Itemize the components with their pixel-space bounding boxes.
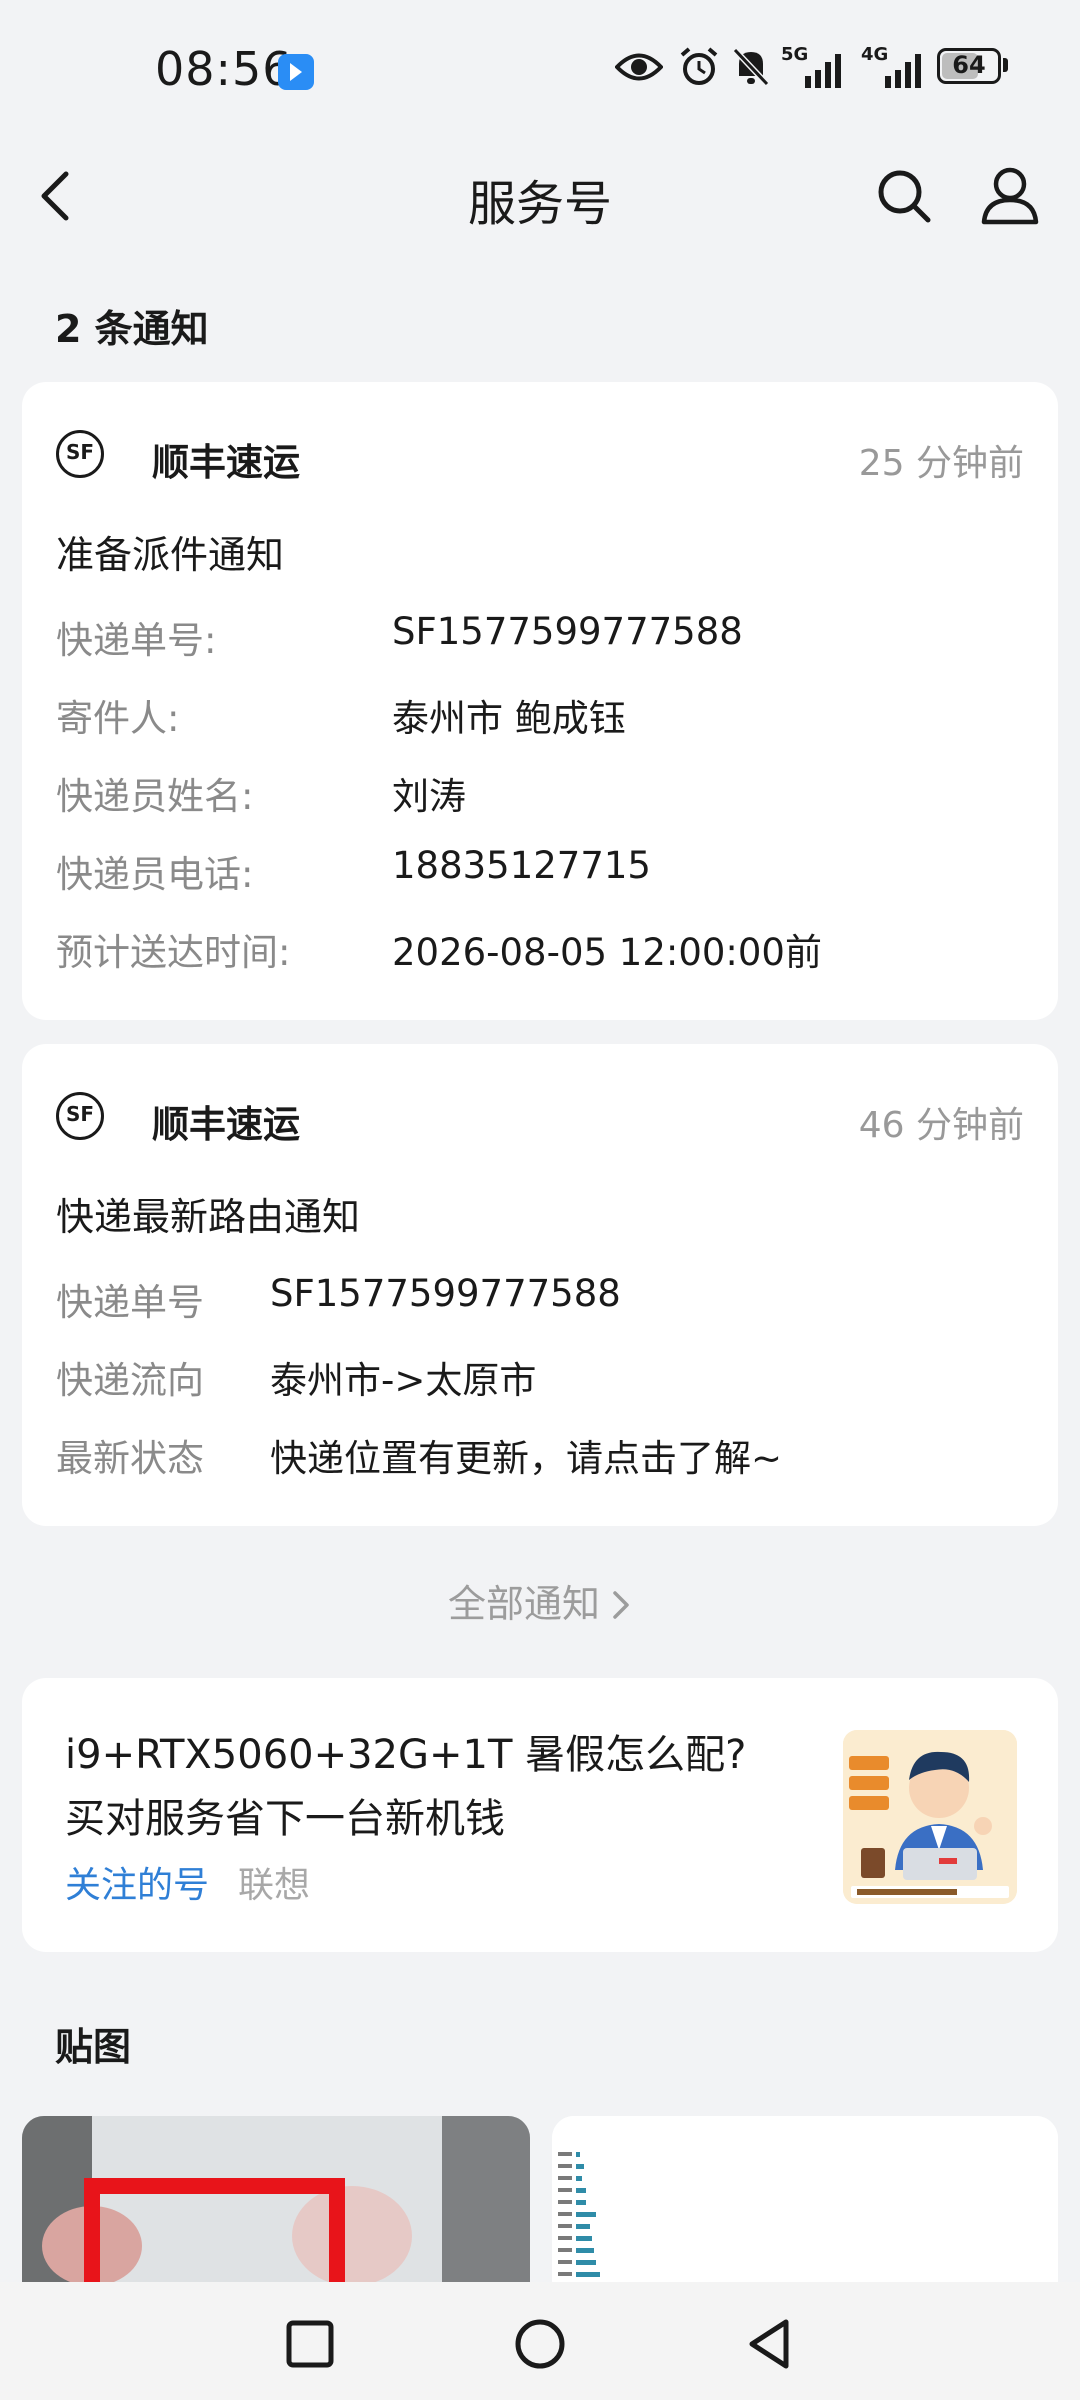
field-label: 快递单号 (56, 1281, 204, 1324)
field-value: SF1577599777588 (392, 610, 743, 653)
field-value: 18835127715 (392, 844, 651, 887)
message-time: 25 分钟前 (858, 443, 1024, 484)
field-value: SF1577599777588 (270, 1272, 621, 1315)
field-label: 预计送达时间: (56, 931, 291, 974)
field-label: 快递流向 (56, 1359, 204, 1402)
status-bar: 08:56 5G 4G 64 (0, 0, 1080, 140)
field-label: 快递员电话: (56, 853, 254, 896)
field-label: 快递员姓名: (56, 775, 254, 818)
sticker-chart-tile[interactable] (552, 2116, 1058, 2296)
battery-level: 64 (952, 51, 986, 79)
promo-card[interactable]: i9+RTX5060+32G+1T 暑假怎么配? 买对服务省下一台新机钱 关注的… (22, 1678, 1058, 1952)
sticker-image-tile[interactable] (22, 2116, 530, 2296)
field-value: 刘涛 (392, 775, 466, 818)
message-title: 准备派件通知 (56, 533, 285, 577)
field-value: 泰州市->太原市 (270, 1359, 537, 1402)
notification-card[interactable]: SF 顺丰速运 25 分钟前 准备派件通知 快递单号: SF1577599777… (22, 382, 1058, 1020)
field-value: 2026-08-05 12:00:00前 (392, 931, 822, 974)
field-label: 寄件人: (56, 697, 180, 740)
notification-card[interactable]: SF 顺丰速运 46 分钟前 快递最新路由通知 快递单号 SF157759977… (22, 1044, 1058, 1526)
all-notifications-link[interactable]: 全部通知 (0, 1573, 1080, 1628)
battery-tip (1003, 58, 1008, 72)
back-triangle-icon[interactable] (740, 2314, 800, 2374)
signal-4g-icon (885, 54, 921, 88)
chevron-right-icon (610, 1582, 632, 1626)
recent-apps-icon[interactable] (280, 2314, 340, 2374)
stickers-heading: 贴图 (55, 2025, 132, 2069)
home-icon[interactable] (510, 2314, 570, 2374)
app-notification-icon (278, 54, 314, 90)
sf-express-logo-icon: SF (56, 1092, 104, 1140)
promo-thumbnail (843, 1730, 1017, 1904)
field-label: 最新状态 (56, 1437, 204, 1480)
message-time: 46 分钟前 (858, 1105, 1024, 1146)
followed-account-tag: 关注的号 (65, 1865, 210, 1906)
promo-title-line2: 买对服务省下一台新机钱 (65, 1796, 505, 1842)
sender-name: 顺丰速运 (152, 441, 300, 484)
all-notifications-label: 全部通知 (447, 1582, 600, 1626)
signal-5g-icon (805, 54, 841, 88)
battery-icon: 64 (937, 48, 1001, 84)
field-value: 快递位置有更新，请点击了解~ (270, 1437, 783, 1480)
field-label: 快递单号: (56, 619, 217, 662)
eye-icon (615, 53, 663, 81)
system-nav-bar (0, 2282, 1080, 2400)
alarm-icon (680, 47, 718, 85)
notification-count: 2 条通知 (55, 307, 209, 351)
brand-tag: 联想 (238, 1865, 311, 1906)
message-title: 快递最新路由通知 (56, 1195, 361, 1239)
mute-bell-icon (732, 47, 770, 87)
field-value: 泰州市 鲍成钰 (392, 697, 626, 740)
profile-icon[interactable] (980, 164, 1040, 226)
promo-title-line1: i9+RTX5060+32G+1T 暑假怎么配? (65, 1732, 747, 1778)
sender-name: 顺丰速运 (152, 1103, 300, 1146)
top-nav-bar: 服务号 (0, 140, 1080, 250)
search-icon[interactable] (876, 166, 932, 226)
status-time: 08:56 (155, 42, 293, 96)
sf-express-logo-icon: SF (56, 430, 104, 478)
